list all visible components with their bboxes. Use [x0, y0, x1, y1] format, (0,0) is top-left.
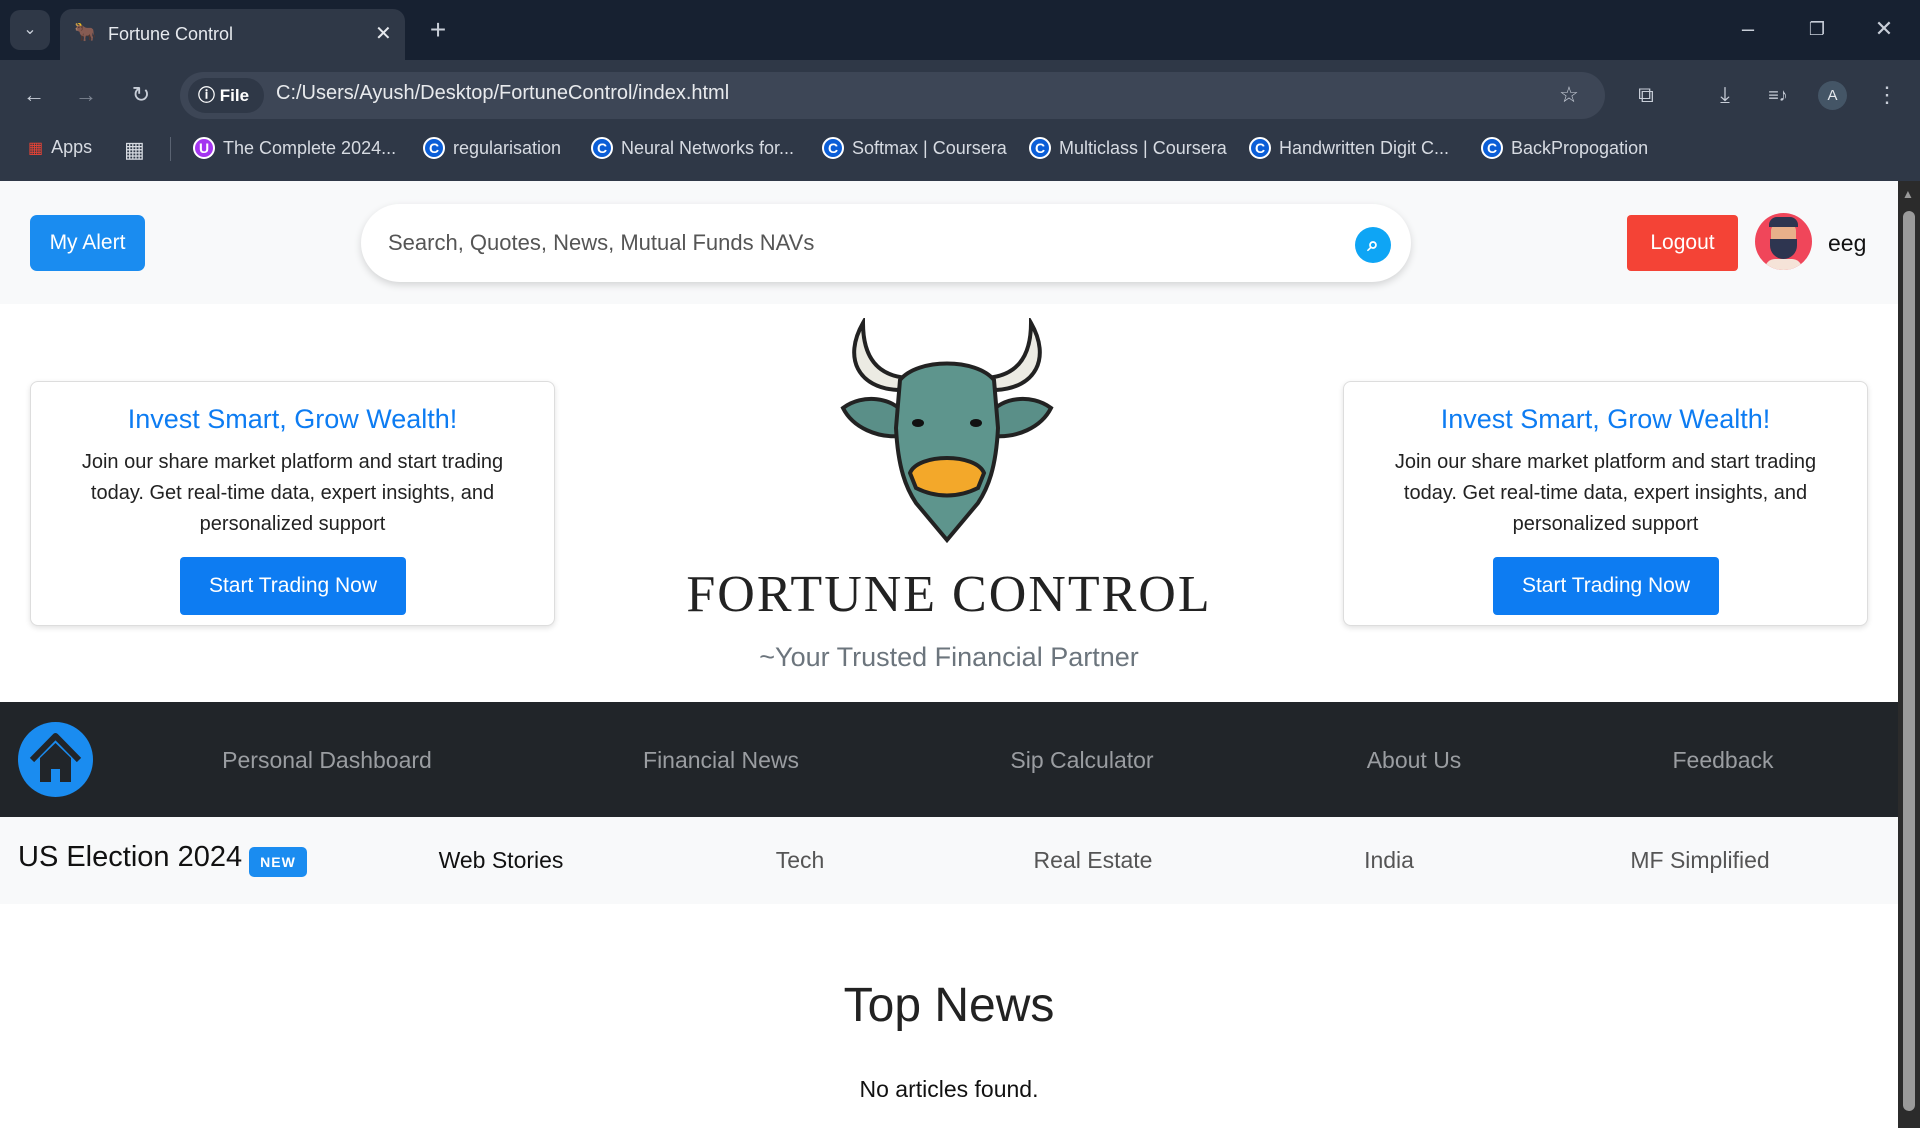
username-label: eeg [1828, 230, 1867, 256]
close-tab-icon[interactable]: ✕ [375, 21, 392, 46]
search-placeholder: Search, Quotes, News, Mutual Funds NAVs [388, 230, 815, 255]
bookmark-item[interactable]: U The Complete 2024... [193, 137, 396, 159]
nav-feedback[interactable]: Feedback [1672, 747, 1773, 774]
reload-icon[interactable]: ↻ [121, 75, 161, 115]
nav-financial-news[interactable]: Financial News [643, 747, 799, 774]
site-info-chip[interactable]: ⓘ File [188, 78, 264, 113]
no-articles-message: No articles found. [859, 1076, 1039, 1102]
bookmark-label: Handwritten Digit C... [1279, 137, 1450, 158]
chip-label: File [219, 86, 250, 105]
subnav-web-stories[interactable]: Web Stories [439, 847, 564, 874]
card-title: Invest Smart, Grow Wealth! [127, 404, 458, 434]
bookmark-label: The Complete 2024... [223, 137, 397, 158]
brand-title: FORTUNE CONTROL [686, 566, 1212, 623]
bookmark-label: regularisation [453, 137, 562, 158]
info-icon: ⓘ [198, 86, 220, 105]
udemy-icon: U [193, 137, 215, 159]
apps-grid-icon: ▦ [28, 139, 44, 157]
forward-icon[interactable]: → [66, 75, 106, 115]
nav-about-us[interactable]: About Us [1367, 747, 1462, 774]
coursera-icon: C [591, 137, 613, 159]
coursera-icon: C [1249, 137, 1271, 159]
scrollbar-thumb[interactable] [1903, 211, 1915, 1111]
media-control-icon[interactable]: ≡♪ [1758, 75, 1798, 115]
search-input[interactable]: Search, Quotes, News, Mutual Funds NAVs [361, 204, 1411, 282]
us-election-link[interactable]: US Election 2024 [18, 841, 242, 874]
profile-avatar[interactable]: A [1818, 81, 1847, 110]
bookmark-label: BackPropogation [1511, 137, 1649, 158]
bookmark-apps[interactable]: ▦ Apps [28, 137, 92, 158]
card-text: Join our share market platform and start… [81, 451, 504, 535]
tab-title: Fortune Control [108, 24, 234, 44]
bookmark-divider [170, 137, 171, 161]
brand-tagline: ~Your Trusted Financial Partner [759, 642, 1139, 672]
bookmark-item[interactable]: C Softmax | Coursera [822, 137, 1007, 159]
bookmark-label: Neural Networks for... [621, 137, 795, 158]
close-window-button[interactable]: ✕ [1864, 9, 1904, 49]
bookmark-item[interactable]: Cregularisation [423, 137, 561, 159]
my-alert-button[interactable]: My Alert [30, 215, 145, 271]
bookmark-label: Softmax | Coursera [852, 137, 1007, 158]
restore-button[interactable]: ❐ [1797, 9, 1837, 49]
tab-groups-icon[interactable]: ▦ [124, 137, 145, 163]
scroll-up-arrow-icon[interactable]: ▲ [1902, 187, 1914, 201]
bookmark-item[interactable]: C BackPropogation [1481, 137, 1648, 159]
extensions-icon[interactable]: ⧉ [1626, 75, 1666, 115]
card-title: Invest Smart, Grow Wealth! [1440, 404, 1771, 434]
bookmark-item[interactable]: C Handwritten Digit C... [1249, 137, 1449, 159]
nav-sip-calculator[interactable]: Sip Calculator [1010, 747, 1153, 774]
subnav-mf-simplified[interactable]: MF Simplified [1630, 847, 1769, 874]
logout-button[interactable]: Logout [1627, 215, 1738, 271]
home-button[interactable] [18, 722, 93, 797]
bookmark-label: Apps [51, 137, 93, 157]
minimize-button[interactable]: – [1728, 9, 1768, 49]
coursera-icon: C [1481, 137, 1503, 159]
subnav-tech[interactable]: Tech [776, 847, 825, 874]
bookmark-item[interactable]: C Neural Networks for... [591, 137, 794, 159]
menu-kebab-icon[interactable]: ⋮ [1867, 75, 1907, 115]
back-icon[interactable]: ← [14, 75, 54, 115]
subnav-real-estate[interactable]: Real Estate [1034, 847, 1153, 874]
bull-favicon-icon: 🐂 [74, 22, 97, 42]
nav-personal-dashboard[interactable]: Personal Dashboard [222, 747, 432, 774]
new-tab-button[interactable]: + [418, 10, 458, 50]
new-badge: NEW [249, 847, 307, 877]
scrollbar[interactable]: ▲ [1898, 181, 1920, 1128]
card-text: Join our share market platform and start… [1394, 451, 1817, 535]
home-icon [29, 733, 82, 782]
browser-tab[interactable]: 🐂 Fortune Control ✕ [60, 9, 405, 60]
coursera-icon: C [822, 137, 844, 159]
bookmark-label: Multiclass | Coursera [1059, 137, 1227, 158]
bookmark-item[interactable]: C Multiclass | Coursera [1029, 137, 1227, 159]
user-avatar[interactable] [1755, 213, 1812, 270]
coursera-icon: C [423, 137, 445, 159]
coursera-icon: C [1029, 137, 1051, 159]
bull-logo-icon [840, 318, 1054, 544]
search-icon[interactable]: ⌕ [1355, 227, 1391, 263]
bookmark-star-icon[interactable]: ☆ [1549, 75, 1589, 115]
top-news-heading: Top News [843, 979, 1055, 1032]
tab-search-button[interactable]: ⌄ [10, 10, 50, 50]
subnav-india[interactable]: India [1364, 847, 1414, 874]
download-icon[interactable]: ⤓ [1705, 75, 1745, 115]
url-text[interactable]: C:/Users/Ayush/Desktop/FortuneControl/in… [276, 82, 729, 105]
